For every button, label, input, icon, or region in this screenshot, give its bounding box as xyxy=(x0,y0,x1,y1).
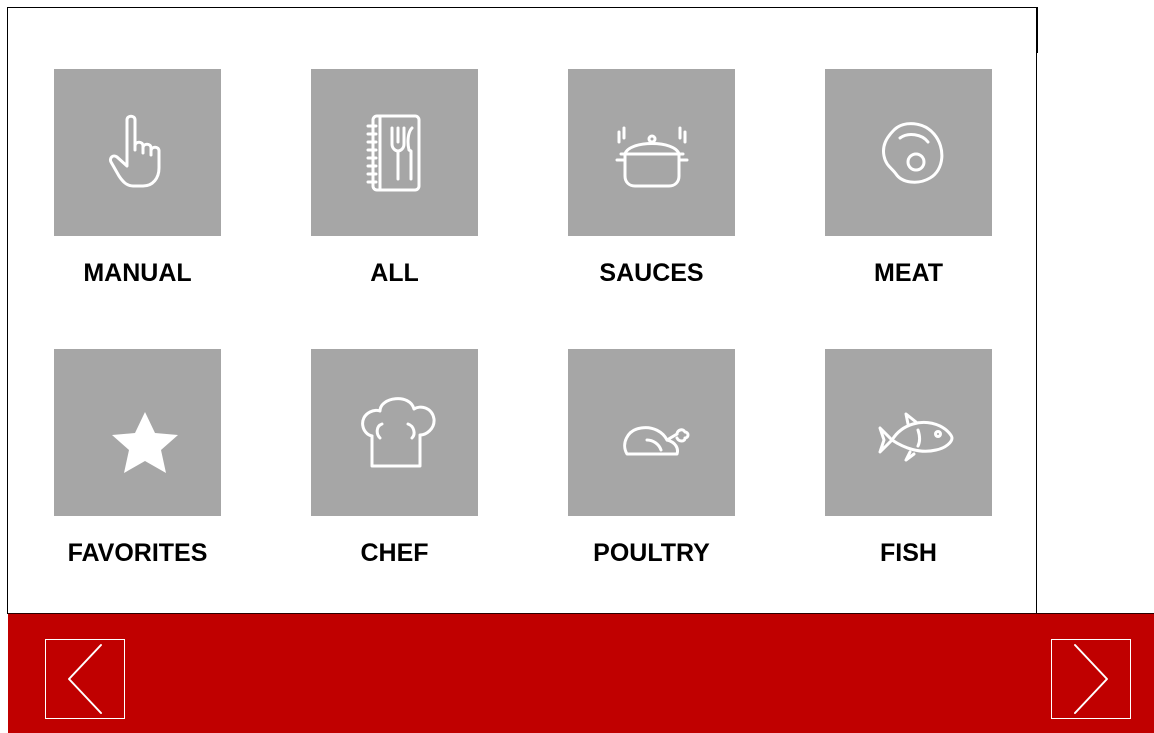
star-icon xyxy=(111,411,178,473)
category-tile-all[interactable]: ALL xyxy=(311,69,478,287)
category-tile-sauces[interactable]: SAUCES xyxy=(568,69,735,287)
category-grid: MANUAL ALL SAUCES MEAT FAVORITES CHEF PO… xyxy=(0,0,1154,612)
tile-icon-box[interactable] xyxy=(54,349,221,516)
tile-icon-box[interactable] xyxy=(568,69,735,236)
category-tile-poultry[interactable]: POULTRY xyxy=(568,349,735,567)
tile-label: MEAT xyxy=(874,259,943,287)
chevron-right-icon xyxy=(1074,644,1108,714)
category-tile-meat[interactable]: MEAT xyxy=(825,69,992,287)
tile-icon-box[interactable] xyxy=(825,349,992,516)
bottom-bar-divider xyxy=(8,613,1154,614)
chevron-left-icon xyxy=(68,644,102,714)
previous-page-button[interactable] xyxy=(45,639,125,719)
category-tile-fish[interactable]: FISH xyxy=(825,349,992,567)
tile-label: CHEF xyxy=(360,539,429,567)
tile-icon-box[interactable] xyxy=(311,69,478,236)
tile-icon-box[interactable] xyxy=(311,349,478,516)
category-tile-manual[interactable]: MANUAL xyxy=(54,69,221,287)
recipe-book-icon xyxy=(366,114,420,191)
tile-label: POULTRY xyxy=(593,539,710,567)
tile-label: ALL xyxy=(370,259,419,287)
roast-chicken-icon xyxy=(622,425,689,455)
fish-icon xyxy=(878,412,953,461)
category-tile-favorites[interactable]: FAVORITES xyxy=(54,349,221,567)
bottom-navigation-bar xyxy=(8,613,1154,733)
tile-label: MANUAL xyxy=(83,259,192,287)
chef-hat-icon xyxy=(360,396,436,467)
tile-label: FISH xyxy=(880,539,937,567)
next-page-button[interactable] xyxy=(1051,639,1131,719)
category-tile-chef[interactable]: CHEF xyxy=(311,349,478,567)
tile-label: SAUCES xyxy=(599,259,704,287)
tile-icon-box[interactable] xyxy=(54,69,221,236)
hand-pointer-icon xyxy=(108,114,160,187)
tile-icon-box[interactable] xyxy=(825,69,992,236)
cooking-pot-icon xyxy=(615,126,688,187)
recipe-category-screen: MANUAL ALL SAUCES MEAT FAVORITES CHEF PO… xyxy=(0,0,1154,733)
tile-icon-box[interactable] xyxy=(568,349,735,516)
steak-icon xyxy=(881,121,943,184)
tile-label: FAVORITES xyxy=(67,539,208,567)
